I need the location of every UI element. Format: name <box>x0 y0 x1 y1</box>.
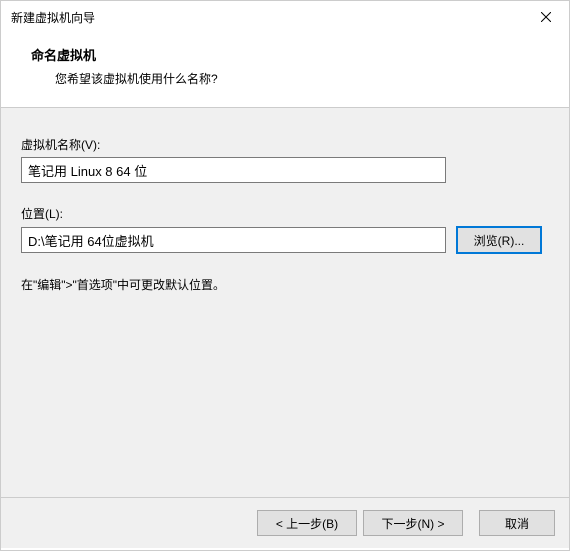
cancel-button[interactable]: 取消 <box>479 510 555 536</box>
name-field-group: 虚拟机名称(V): <box>21 136 549 183</box>
location-label: 位置(L): <box>21 205 549 222</box>
close-button[interactable] <box>523 1 569 33</box>
close-icon <box>541 12 551 22</box>
back-button[interactable]: < 上一步(B) <box>257 510 357 536</box>
location-hint: 在"编辑">"首选项"中可更改默认位置。 <box>21 276 549 293</box>
browse-button[interactable]: 浏览(R)... <box>456 226 542 254</box>
page-title: 命名虚拟机 <box>31 45 545 64</box>
wizard-footer: < 上一步(B) 下一步(N) > 取消 <box>1 498 569 548</box>
next-button[interactable]: 下一步(N) > <box>363 510 463 536</box>
vm-name-label: 虚拟机名称(V): <box>21 136 549 153</box>
titlebar: 新建虚拟机向导 <box>1 1 569 33</box>
wizard-content: 虚拟机名称(V): 位置(L): 浏览(R)... 在"编辑">"首选项"中可更… <box>1 108 569 498</box>
wizard-header: 命名虚拟机 您希望该虚拟机使用什么名称? <box>1 33 569 108</box>
page-subtitle: 您希望该虚拟机使用什么名称? <box>55 70 545 87</box>
location-field-group: 位置(L): 浏览(R)... <box>21 205 549 254</box>
location-input[interactable] <box>21 227 446 253</box>
vm-name-input[interactable] <box>21 157 446 183</box>
window-title: 新建虚拟机向导 <box>11 9 95 26</box>
location-row: 浏览(R)... <box>21 226 549 254</box>
